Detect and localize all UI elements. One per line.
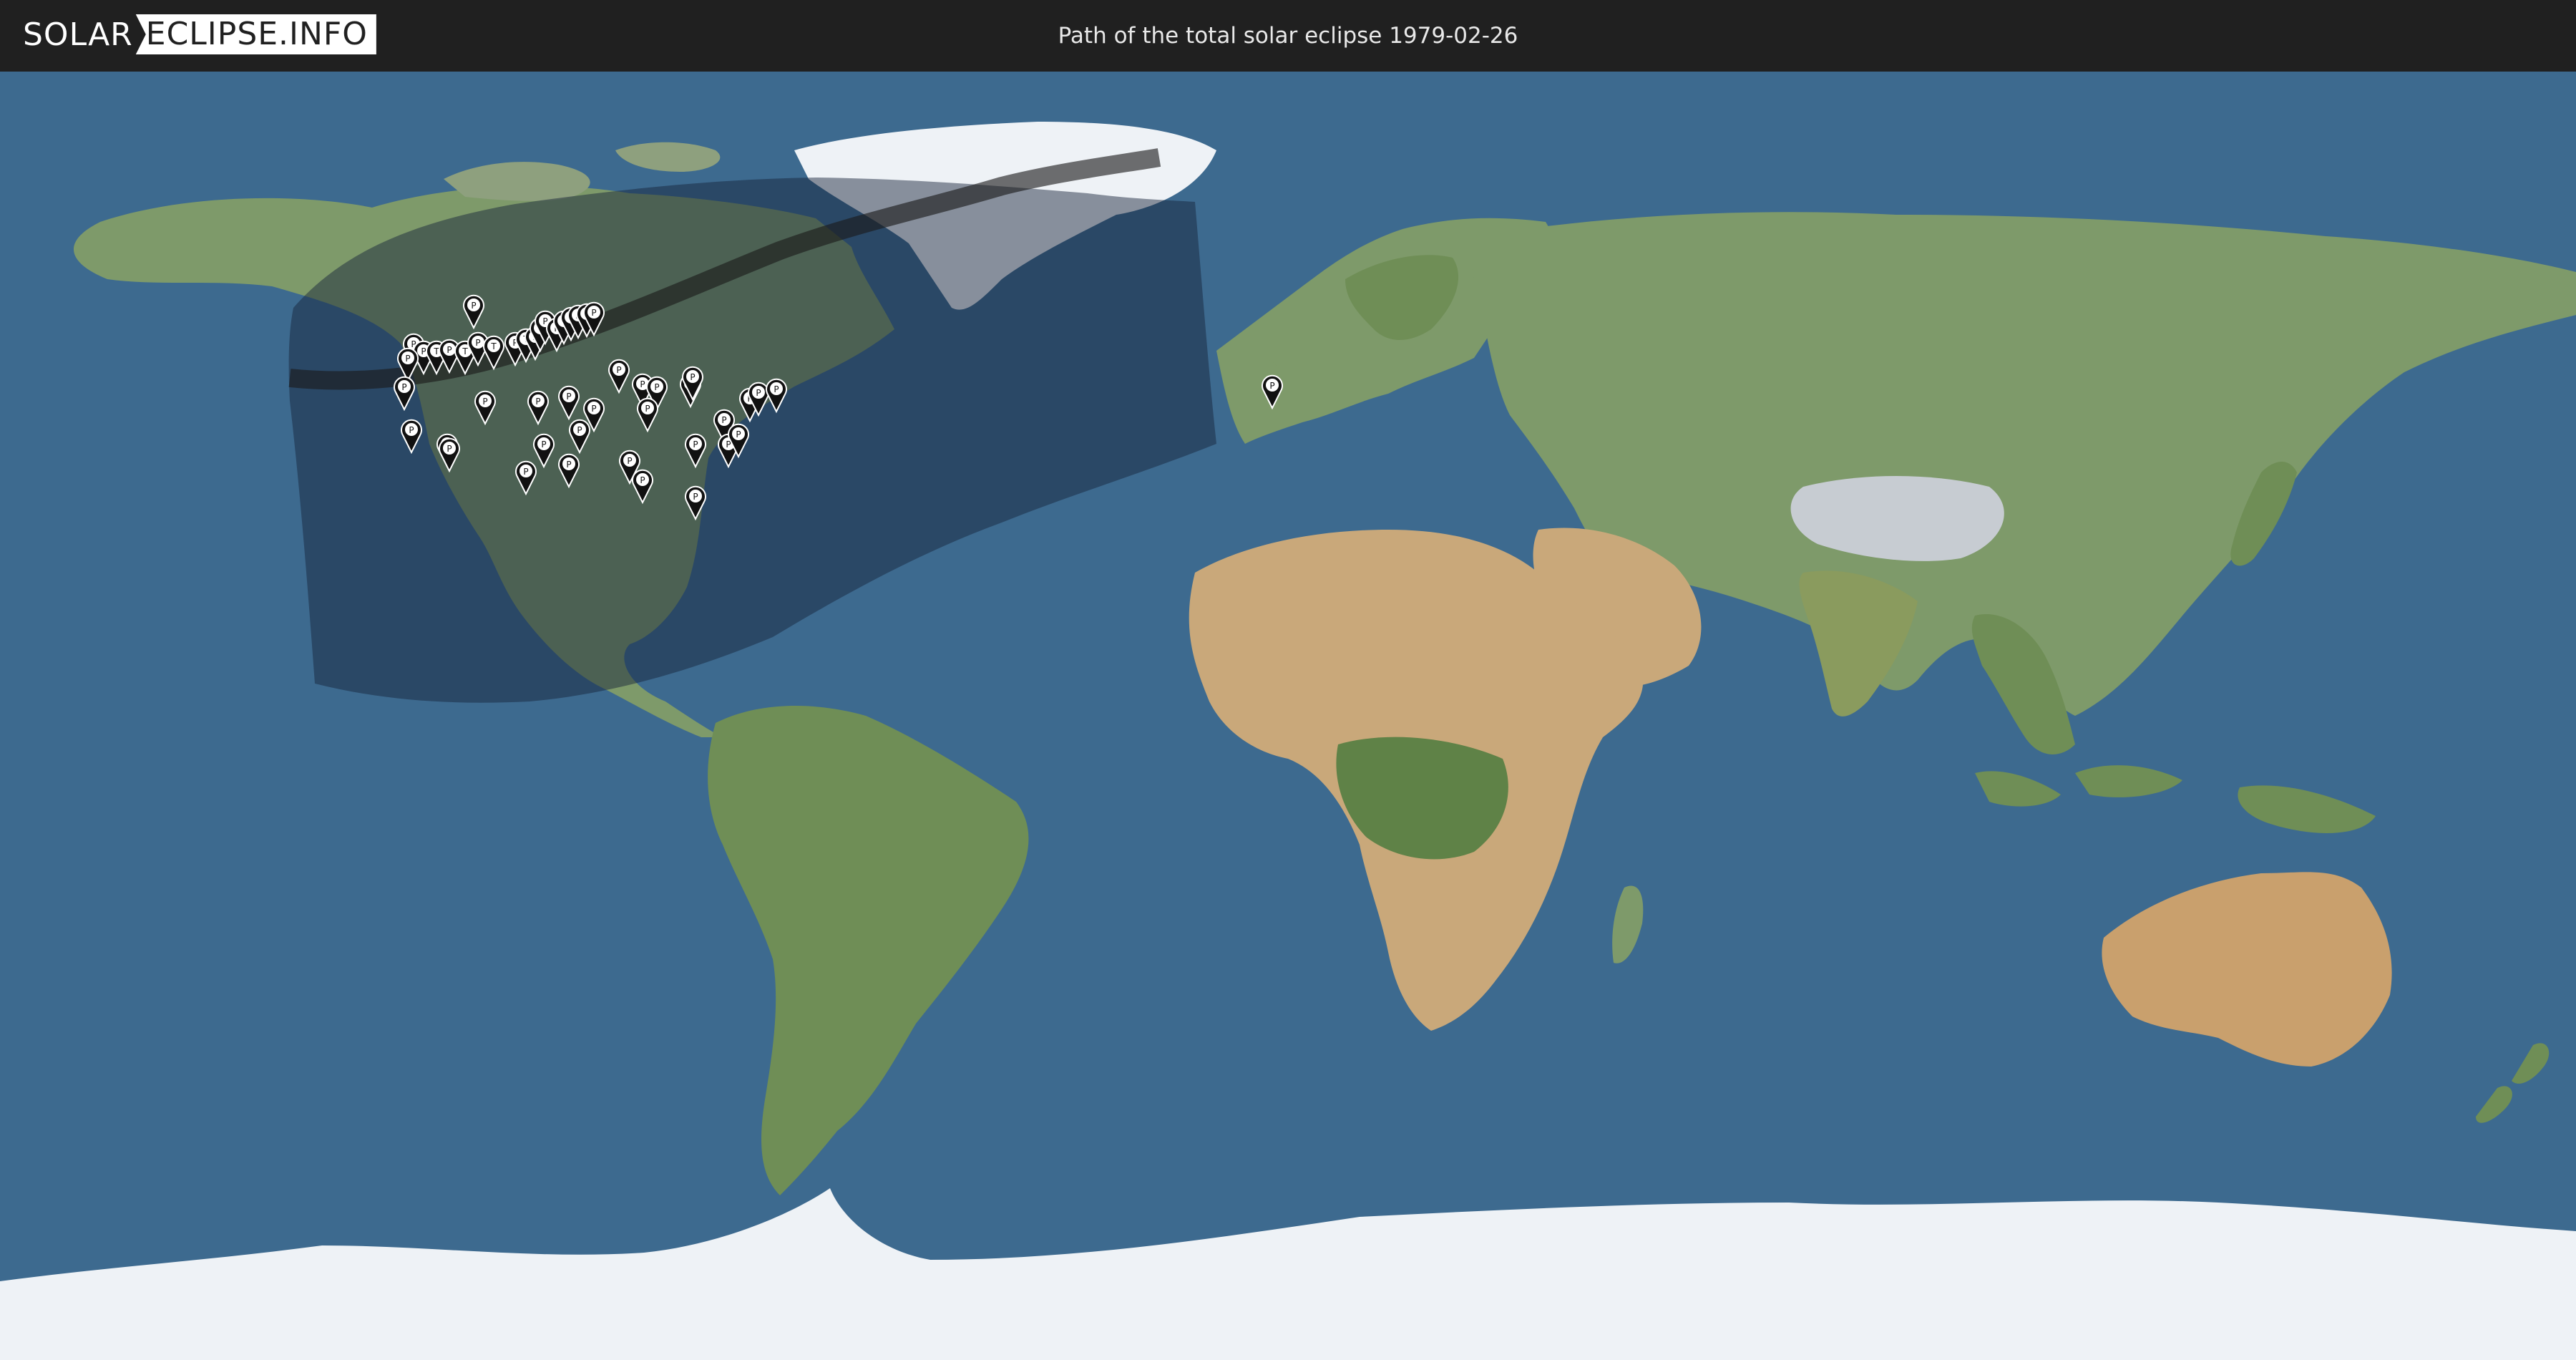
- marker-label: P: [409, 425, 414, 435]
- marker-label: P: [640, 475, 645, 485]
- marker-label: P: [774, 384, 779, 394]
- marker-label: P: [591, 308, 596, 318]
- map-canvas[interactable]: PPPTPTPTPTPTPPTPPPPPPPPPPPPPPPPPPPPPPPPP…: [0, 72, 2576, 1360]
- marker-label: P: [577, 425, 582, 435]
- marker-label: P: [627, 456, 632, 466]
- marker-label: P: [736, 429, 741, 439]
- app-root: SOLAR ECLIPSE.INFO Path of the total sol…: [0, 0, 2576, 1360]
- marker-label: T: [462, 346, 468, 356]
- marker-label: T: [433, 346, 439, 356]
- marker-label: P: [591, 404, 596, 414]
- marker-label: P: [721, 415, 726, 425]
- marker-label: P: [541, 439, 546, 450]
- page-title: Path of the total solar eclipse 1979-02-…: [1058, 23, 1518, 49]
- world-map[interactable]: PPPTPTPTPTPTPPTPPPPPPPPPPPPPPPPPPPPPPPPP…: [0, 72, 2576, 1360]
- marker-label: P: [693, 492, 698, 502]
- marker-label: P: [447, 444, 452, 454]
- marker-label: P: [693, 439, 698, 450]
- marker-label: P: [654, 382, 659, 392]
- marker-label: P: [690, 372, 695, 382]
- marker-label: T: [490, 341, 497, 351]
- marker-label: P: [616, 365, 621, 375]
- marker-label: P: [475, 338, 480, 348]
- marker-label: P: [471, 301, 476, 311]
- marker-label: P: [566, 460, 571, 470]
- marker-label: P: [405, 354, 410, 364]
- marker-label: P: [523, 467, 528, 477]
- marker-label: P: [535, 397, 540, 407]
- marker-label: P: [482, 397, 487, 407]
- marker-label: P: [566, 392, 571, 402]
- marker-label: P: [401, 382, 406, 392]
- marker-label: P: [447, 345, 452, 355]
- marker-label: P: [1269, 381, 1274, 391]
- marker-label: P: [421, 346, 426, 356]
- top-bar: SOLAR ECLIPSE.INFO Path of the total sol…: [0, 0, 2576, 72]
- marker-label: P: [756, 388, 761, 398]
- marker-label: P: [645, 404, 650, 414]
- marker-label: P: [640, 379, 645, 389]
